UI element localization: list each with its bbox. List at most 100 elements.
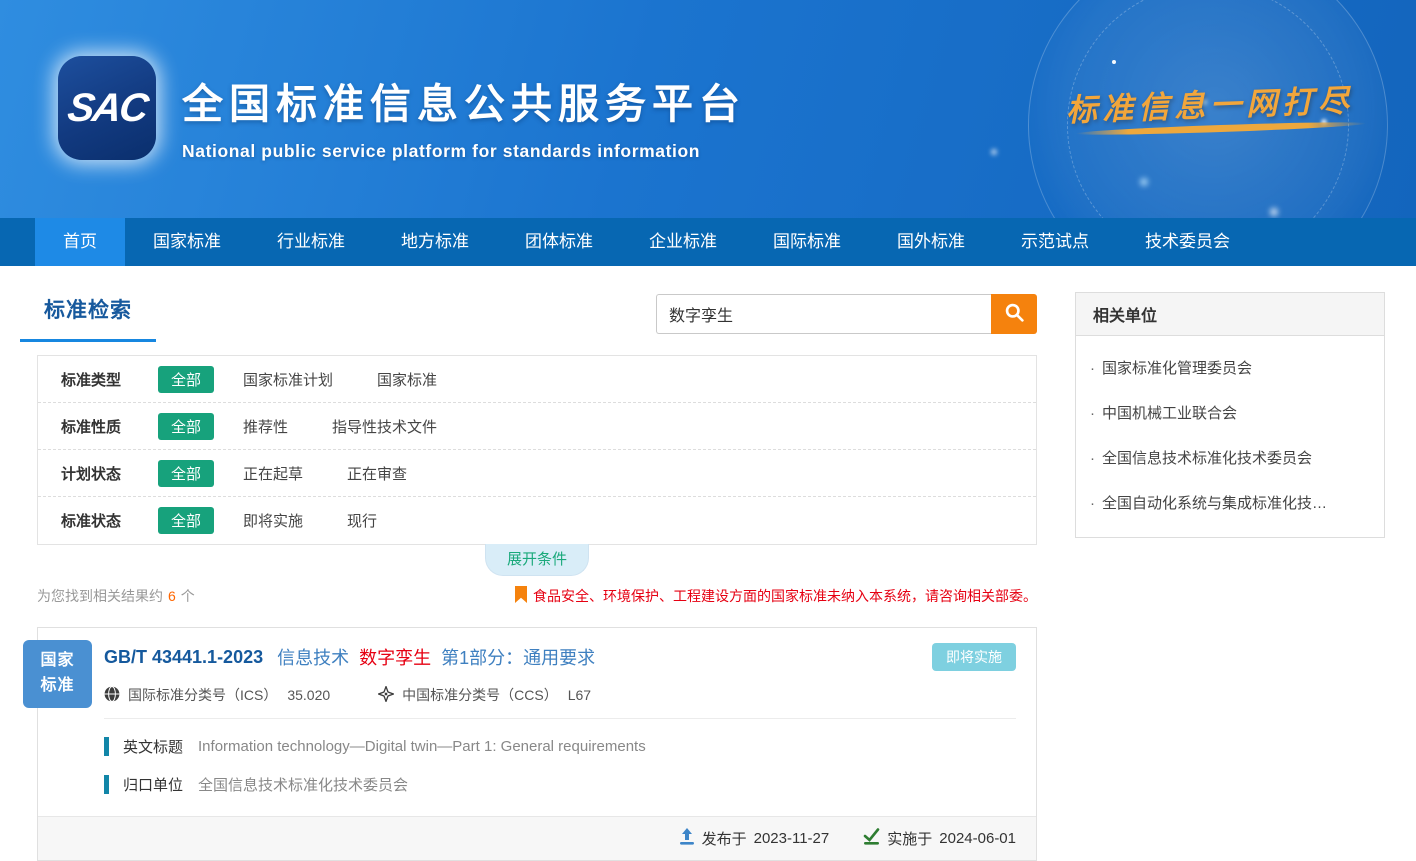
card-footer: 发布于 2023-11-27 实施于 2024-06-01 xyxy=(38,816,1036,860)
filter-option[interactable]: 推荐性 xyxy=(243,416,288,437)
nav-item-foreign-standards[interactable]: 国外标准 xyxy=(869,218,993,266)
filter-option[interactable]: 正在起草 xyxy=(243,463,303,484)
related-units-panel: 相关单位 国家标准化管理委员会 中国机械工业联合会 全国信息技术标准化技术委员会… xyxy=(1075,292,1385,538)
search-button[interactable] xyxy=(991,294,1037,334)
bookmark-icon xyxy=(515,586,533,606)
search-input[interactable] xyxy=(656,294,991,334)
sparkle-dots-decoration xyxy=(1112,60,1116,64)
site-subtitle: National public service platform for sta… xyxy=(182,141,746,162)
publish-label: 发布于 xyxy=(702,828,747,849)
implement-date-group: 实施于 2024-06-01 xyxy=(863,828,1016,849)
nav-item-national-standards[interactable]: 国家标准 xyxy=(125,218,249,266)
related-units-title: 相关单位 xyxy=(1076,293,1384,336)
check-icon xyxy=(863,828,880,849)
filter-option-selected[interactable]: 全部 xyxy=(158,366,214,393)
field-value: Information technology—Digital twin—Part… xyxy=(198,738,646,755)
filter-row-standard-nature: 标准性质 全部 推荐性 指导性技术文件 xyxy=(38,403,1036,450)
standard-title-highlight[interactable]: 数字孪生 xyxy=(359,644,431,670)
filter-label: 标准类型 xyxy=(61,369,158,390)
main-column: 标准检索 标准类型 全部 xyxy=(20,292,1037,861)
sac-logo[interactable]: SAC xyxy=(58,56,156,160)
filter-row-plan-status: 计划状态 全部 正在起草 正在审查 xyxy=(38,450,1036,497)
classification-row: 国际标准分类号（ICS） 35.020 中国标准分类号（CCS） L67 xyxy=(104,685,1016,705)
standard-title-segment[interactable]: 信息技术 xyxy=(277,644,349,670)
publish-date: 2023-11-27 xyxy=(754,830,830,847)
publish-icon xyxy=(679,828,695,849)
committee-field: 归口单位 全国信息技术标准化技术委员会 xyxy=(104,774,1016,795)
filter-option-selected[interactable]: 全部 xyxy=(158,507,214,534)
filter-row-standard-status: 标准状态 全部 即将实施 现行 xyxy=(38,497,1036,544)
implement-label: 实施于 xyxy=(887,828,932,849)
result-count-suffix: 个 xyxy=(181,588,195,604)
ccs-value: L67 xyxy=(568,687,591,703)
filter-options: 全部 正在起草 正在审查 xyxy=(158,460,451,487)
filter-options: 全部 即将实施 现行 xyxy=(158,507,421,534)
standard-result-card: 国家 标准 GB/T 43441.1-2023 信息技术 数字孪生 第1部分：通… xyxy=(37,627,1037,861)
field-label: 英文标题 xyxy=(123,736,183,757)
ics-label: 国际标准分类号（ICS） xyxy=(128,685,277,705)
filter-option[interactable]: 国家标准计划 xyxy=(243,369,333,390)
related-unit-link[interactable]: 国家标准化管理委员会 xyxy=(1076,345,1384,390)
ics-value: 35.020 xyxy=(287,687,330,703)
nav-item-pilot-demo[interactable]: 示范试点 xyxy=(993,218,1117,266)
main-nav: 首页 国家标准 行业标准 地方标准 团体标准 企业标准 国际标准 国外标准 示范… xyxy=(0,218,1416,266)
standard-title-segment[interactable]: 第1部分：通用要求 xyxy=(441,644,595,670)
result-count-number: 6 xyxy=(168,588,176,604)
ccs-group: 中国标准分类号（CCS） L67 xyxy=(378,685,591,705)
compass-icon xyxy=(378,686,402,705)
nav-item-international-standards[interactable]: 国际标准 xyxy=(745,218,869,266)
page-title: 标准检索 xyxy=(44,299,132,322)
filter-label: 标准性质 xyxy=(61,416,158,437)
result-count: 为您找到相关结果约 6个 xyxy=(37,586,195,606)
related-units-list: 国家标准化管理委员会 中国机械工业联合会 全国信息技术标准化技术委员会 全国自动… xyxy=(1076,336,1384,537)
notice-text: 食品安全、环境保护、工程建设方面的国家标准未纳入本系统，请咨询相关部委。 xyxy=(533,586,1037,606)
field-label: 归口单位 xyxy=(123,774,183,795)
results-info-row: 为您找到相关结果约 6个 食品安全、环境保护、工程建设方面的国家标准未纳入本系统，… xyxy=(37,586,1037,606)
related-unit-link[interactable]: 全国信息技术标准化技术委员会 xyxy=(1076,435,1384,480)
site-title-group: 全国标准信息公共服务平台 National public service pla… xyxy=(182,70,746,162)
result-count-prefix: 为您找到相关结果约 xyxy=(37,588,163,604)
search-box xyxy=(656,294,1037,334)
main-inner: 标准类型 全部 国家标准计划 国家标准 标准性质 全部 推荐性 指导性技术文件 xyxy=(37,355,1037,861)
nav-item-industry-standards[interactable]: 行业标准 xyxy=(249,218,373,266)
filter-option[interactable]: 国家标准 xyxy=(377,369,437,390)
filter-option[interactable]: 即将实施 xyxy=(243,510,303,531)
system-notice: 食品安全、环境保护、工程建设方面的国家标准未纳入本系统，请咨询相关部委。 xyxy=(515,586,1037,606)
standard-code-link[interactable]: GB/T 43441.1-2023 xyxy=(104,647,263,668)
field-value: 全国信息技术标准化技术委员会 xyxy=(198,774,408,795)
expand-conditions-button[interactable]: 展开条件 xyxy=(485,544,589,576)
filter-option-selected[interactable]: 全部 xyxy=(158,413,214,440)
site-title: 全国标准信息公共服务平台 xyxy=(182,70,746,130)
filter-options: 全部 国家标准计划 国家标准 xyxy=(158,366,481,393)
publish-date-group: 发布于 2023-11-27 xyxy=(679,828,830,849)
national-standard-badge[interactable]: 国家 标准 xyxy=(23,640,92,708)
content-area: 标准检索 标准类型 全部 xyxy=(0,266,1416,861)
standard-title-row: GB/T 43441.1-2023 信息技术 数字孪生 第1部分：通用要求 即将… xyxy=(104,643,1016,671)
globe-icon xyxy=(104,686,128,705)
related-unit-link[interactable]: 中国机械工业联合会 xyxy=(1076,390,1384,435)
filter-option[interactable]: 指导性技术文件 xyxy=(332,416,437,437)
filter-label: 计划状态 xyxy=(61,463,158,484)
search-header-row: 标准检索 xyxy=(20,292,1037,342)
nav-item-local-standards[interactable]: 地方标准 xyxy=(373,218,497,266)
filter-option-selected[interactable]: 全部 xyxy=(158,460,214,487)
filter-options: 全部 推荐性 指导性技术文件 xyxy=(158,413,481,440)
badge-line2: 标准 xyxy=(23,674,92,699)
filter-panel: 标准类型 全部 国家标准计划 国家标准 标准性质 全部 推荐性 指导性技术文件 xyxy=(37,355,1037,545)
nav-item-home[interactable]: 首页 xyxy=(35,218,125,266)
filter-option[interactable]: 正在审查 xyxy=(347,463,407,484)
filter-row-standard-type: 标准类型 全部 国家标准计划 国家标准 xyxy=(38,356,1036,403)
implement-date: 2024-06-01 xyxy=(939,830,1016,847)
sac-logo-text: SAC xyxy=(65,86,150,131)
nav-item-group-standards[interactable]: 团体标准 xyxy=(497,218,621,266)
site-header: SAC 全国标准信息公共服务平台 National public service… xyxy=(0,0,1416,218)
nav-item-technical-committees[interactable]: 技术委员会 xyxy=(1117,218,1258,266)
related-unit-link[interactable]: 全国自动化系统与集成标准化技… xyxy=(1076,480,1384,525)
nav-item-enterprise-standards[interactable]: 企业标准 xyxy=(621,218,745,266)
status-badge: 即将实施 xyxy=(932,643,1016,671)
filter-label: 标准状态 xyxy=(61,510,158,531)
card-body: GB/T 43441.1-2023 信息技术 数字孪生 第1部分：通用要求 即将… xyxy=(38,628,1036,816)
english-title-field: 英文标题 Information technology—Digital twin… xyxy=(104,736,1016,757)
filter-option[interactable]: 现行 xyxy=(347,510,377,531)
section-title-underline: 标准检索 xyxy=(20,292,156,342)
